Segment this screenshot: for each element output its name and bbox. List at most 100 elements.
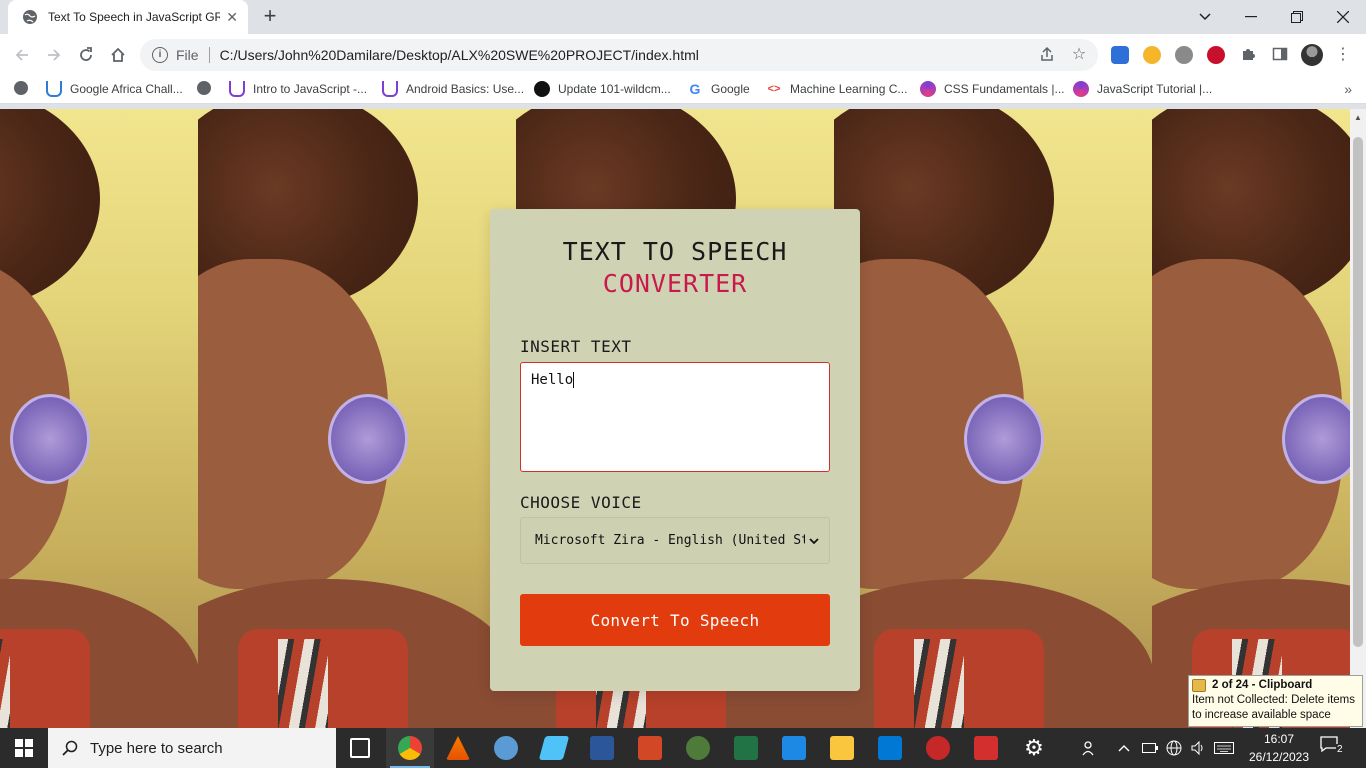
- volume-icon[interactable]: [1190, 728, 1206, 768]
- taskbar-search-box[interactable]: Type here to search: [48, 728, 336, 768]
- share-icon[interactable]: [1038, 46, 1056, 64]
- background-photo-tile: [834, 109, 1152, 728]
- extension-icon-1[interactable]: [1111, 46, 1129, 64]
- extension-icon-4[interactable]: [1207, 46, 1225, 64]
- task-view-icon[interactable]: [350, 738, 370, 758]
- address-bar[interactable]: i File C:/Users/John%20Damilare/Desktop/…: [140, 39, 1098, 71]
- globe-icon: [197, 81, 211, 95]
- scroll-up-icon[interactable]: ▲: [1354, 113, 1362, 122]
- google-icon: G: [689, 81, 701, 97]
- bookmark-7[interactable]: <> Machine Learning C...: [766, 81, 908, 97]
- menu-dots-icon[interactable]: ⋮: [1334, 46, 1352, 64]
- bookmark-star-icon[interactable]: ☆: [1070, 46, 1088, 64]
- bookmark-label: Machine Learning C...: [790, 82, 908, 96]
- vscode-icon[interactable]: [878, 736, 902, 760]
- notepad-icon[interactable]: [538, 736, 570, 760]
- forward-button[interactable]: [42, 43, 66, 67]
- browser-toolbar: i File C:/Users/John%20Damilare/Desktop/…: [0, 34, 1366, 76]
- home-button[interactable]: [106, 43, 130, 67]
- keyboard-icon[interactable]: [1214, 728, 1234, 768]
- insert-text-label: INSERT TEXT: [520, 337, 632, 356]
- url-scheme: File: [176, 47, 199, 63]
- converter-card: TEXT TO SPEECH CONVERTER INSERT TEXT Hel…: [490, 209, 860, 691]
- bookmark-label: Update 101-wildcm...: [558, 82, 671, 96]
- clipboard-title: 2 of 24 - Clipboard: [1212, 679, 1313, 691]
- page-scrollbar[interactable]: ▲ ▼: [1350, 109, 1366, 728]
- bookmark-9[interactable]: JavaScript Tutorial |...: [1073, 81, 1212, 97]
- action-center-button[interactable]: 2: [1320, 736, 1348, 760]
- text-input[interactable]: Hello: [520, 362, 830, 472]
- settings-gear-icon[interactable]: ⚙: [1022, 736, 1046, 760]
- chevron-up-icon[interactable]: [1118, 728, 1130, 768]
- snipping-tool-icon[interactable]: [926, 736, 950, 760]
- bookmark-5[interactable]: Update 101-wildcm...: [534, 81, 671, 97]
- bookmark-6[interactable]: G Google: [687, 81, 750, 97]
- vlc-icon[interactable]: [446, 736, 470, 760]
- side-panel-icon[interactable]: [1271, 46, 1289, 64]
- bookmark-0[interactable]: [14, 81, 36, 95]
- bookmark-8[interactable]: CSS Fundamentals |...: [920, 81, 1065, 97]
- scrollbar-thumb[interactable]: [1353, 137, 1363, 647]
- clipboard-icon: [1192, 679, 1206, 692]
- text-input-value: Hello: [531, 372, 574, 388]
- search-placeholder: Type here to search: [90, 739, 223, 757]
- more-bookmarks-icon[interactable]: »: [1344, 81, 1352, 97]
- network-globe-icon[interactable]: [1166, 728, 1182, 768]
- extension-icon-3[interactable]: [1175, 46, 1193, 64]
- excel-icon[interactable]: [734, 736, 758, 760]
- file-explorer-icon[interactable]: [830, 736, 854, 760]
- code-icon: <>: [767, 83, 781, 95]
- bookmark-1[interactable]: Google Africa Chall...: [46, 81, 183, 97]
- photos-icon[interactable]: [782, 736, 806, 760]
- back-button[interactable]: [10, 43, 34, 67]
- info-icon[interactable]: i: [152, 47, 168, 63]
- bookmark-4[interactable]: Android Basics: Use...: [382, 81, 524, 97]
- pdf-reader-icon[interactable]: [974, 736, 998, 760]
- close-window-button[interactable]: [1320, 0, 1366, 34]
- tab-title: Text To Speech in JavaScript GRO: [48, 10, 221, 24]
- close-tab-icon[interactable]: ✕: [226, 9, 238, 26]
- start-button[interactable]: [0, 728, 48, 768]
- restore-button[interactable]: [1274, 0, 1320, 34]
- extension-icon-2[interactable]: [1143, 46, 1161, 64]
- system-clock[interactable]: 16:07 26/12/2023: [1248, 730, 1310, 766]
- swirl-icon: [1073, 81, 1089, 97]
- clipboard-notification[interactable]: 2 of 24 - Clipboard Item not Collected: …: [1188, 675, 1363, 727]
- chevron-down-icon: [809, 534, 819, 548]
- tab-search-icon[interactable]: [1182, 0, 1228, 34]
- battery-icon[interactable]: [1142, 728, 1158, 768]
- profile-avatar[interactable]: [1301, 44, 1323, 66]
- github-icon: [534, 81, 550, 97]
- tab-strip: Text To Speech in JavaScript GRO ✕ +: [0, 0, 1366, 34]
- convert-to-speech-button[interactable]: Convert To Speech: [520, 594, 830, 646]
- new-tab-button[interactable]: +: [258, 5, 282, 29]
- powerpoint-icon[interactable]: [638, 736, 662, 760]
- browser-tab[interactable]: Text To Speech in JavaScript GRO ✕: [8, 0, 248, 34]
- bookmark-3[interactable]: Intro to JavaScript -...: [229, 81, 367, 97]
- app-icon[interactable]: [686, 736, 710, 760]
- paint-icon[interactable]: [494, 736, 518, 760]
- people-icon[interactable]: [1082, 728, 1098, 768]
- chrome-icon[interactable]: [398, 736, 422, 760]
- clock-date: 26/12/2023: [1248, 750, 1310, 764]
- extensions-puzzle-icon[interactable]: [1239, 46, 1257, 64]
- url-text[interactable]: C:/Users/John%20Damilare/Desktop/ALX%20S…: [220, 47, 699, 63]
- udacity-icon: [46, 81, 62, 97]
- globe-icon: [14, 81, 28, 95]
- app-subtitle: CONVERTER: [602, 269, 748, 298]
- voice-select[interactable]: Microsoft Zira - English (United States): [520, 517, 830, 564]
- clipboard-message: Item not Collected: Delete items to incr…: [1192, 694, 1355, 721]
- bookmark-label: CSS Fundamentals |...: [944, 82, 1065, 96]
- page-viewport: TEXT TO SPEECH CONVERTER INSERT TEXT Hel…: [0, 109, 1350, 728]
- globe-icon: [23, 10, 37, 24]
- minimize-button[interactable]: [1228, 0, 1274, 34]
- word-icon[interactable]: [590, 736, 614, 760]
- notification-count: 2: [1336, 744, 1344, 755]
- reload-button[interactable]: [74, 43, 98, 67]
- background-photo-tile: [0, 109, 198, 728]
- udacity-icon: [382, 81, 398, 97]
- background-photo-tile: [1152, 109, 1350, 728]
- bookmarks-bar: Google Africa Chall... Intro to JavaScri…: [0, 76, 1366, 104]
- bookmark-2[interactable]: [197, 81, 219, 95]
- bookmark-label: Intro to JavaScript -...: [253, 82, 368, 96]
